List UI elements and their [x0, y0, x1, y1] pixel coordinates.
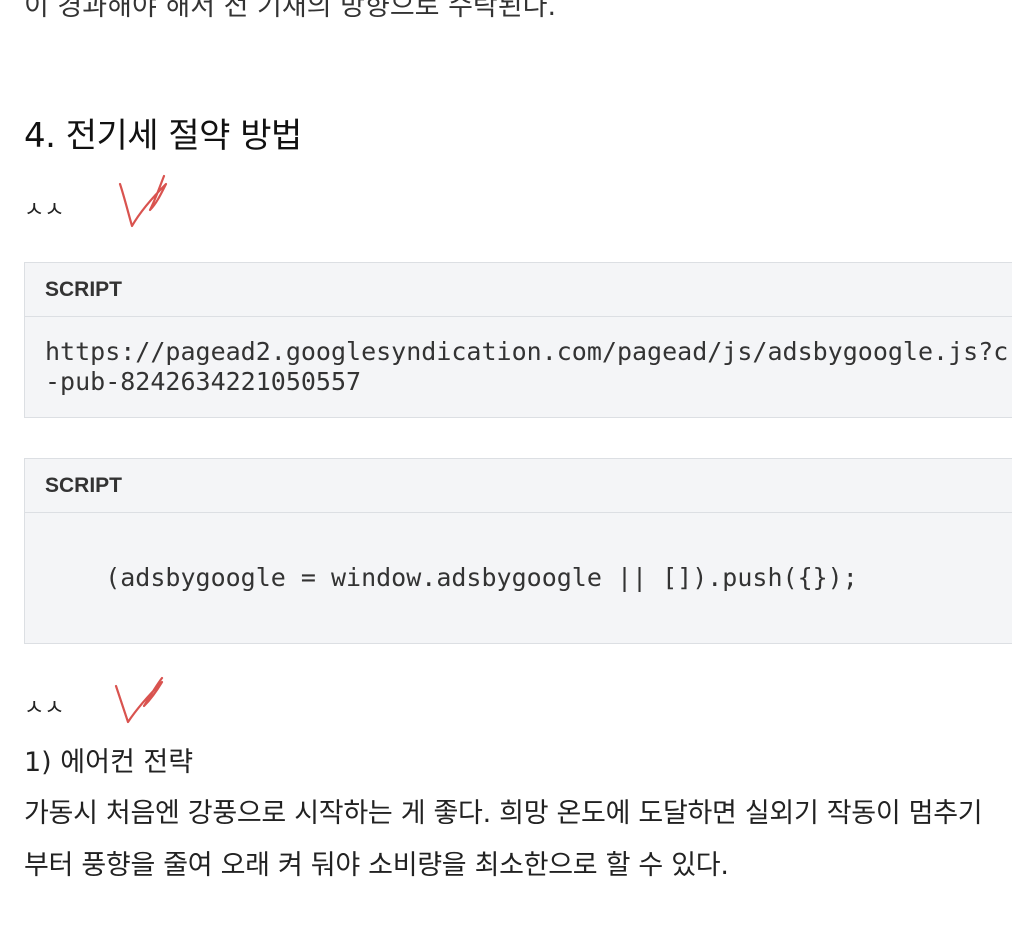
memo-line-1: ㅅㅅ: [24, 172, 224, 232]
code-block-body[interactable]: (adsbygoogle = window.adsbygoogle || [])…: [25, 513, 1012, 643]
code-block-body[interactable]: https://pagead2.googlesyndication.com/pa…: [25, 317, 1012, 417]
code-block-header: SCRIPT: [25, 459, 1012, 513]
code-line: (adsbygoogle = window.adsbygoogle || [])…: [45, 563, 858, 592]
code-block-script-src: SCRIPT https://pagead2.googlesyndication…: [24, 262, 1012, 418]
check-mark-icon: [118, 174, 168, 228]
cut-off-text-line: 이 경과해야 해서 전 기재의 방향으로 수락된다.: [24, 0, 557, 22]
memo-text: ㅅㅅ: [24, 198, 65, 223]
code-block-label: SCRIPT: [45, 473, 123, 497]
code-block-script-inline: SCRIPT (adsbygoogle = window.adsbygoogle…: [24, 458, 1012, 644]
code-line: -pub-8242634221050557: [45, 367, 362, 396]
paragraph-line: 부터 풍향을 줄여 오래 켜 둬야 소비량을 최소한으로 할 수 있다.: [24, 850, 729, 881]
section-heading: 4. 전기세 절약 방법: [24, 116, 302, 156]
code-block-header: SCRIPT: [25, 263, 1012, 317]
check-mark-icon: [114, 676, 164, 724]
memo-text: ㅅㅅ: [24, 696, 65, 721]
paragraph-line: 가동시 처음엔 강풍으로 시작하는 게 좋다. 희망 온도에 도달하면 실외기 …: [24, 798, 983, 829]
memo-line-2: ㅅㅅ: [24, 672, 224, 732]
sub-heading: 1) 에어컨 전략: [24, 747, 194, 778]
code-line: https://pagead2.googlesyndication.com/pa…: [45, 337, 1009, 366]
code-block-label: SCRIPT: [45, 277, 123, 301]
